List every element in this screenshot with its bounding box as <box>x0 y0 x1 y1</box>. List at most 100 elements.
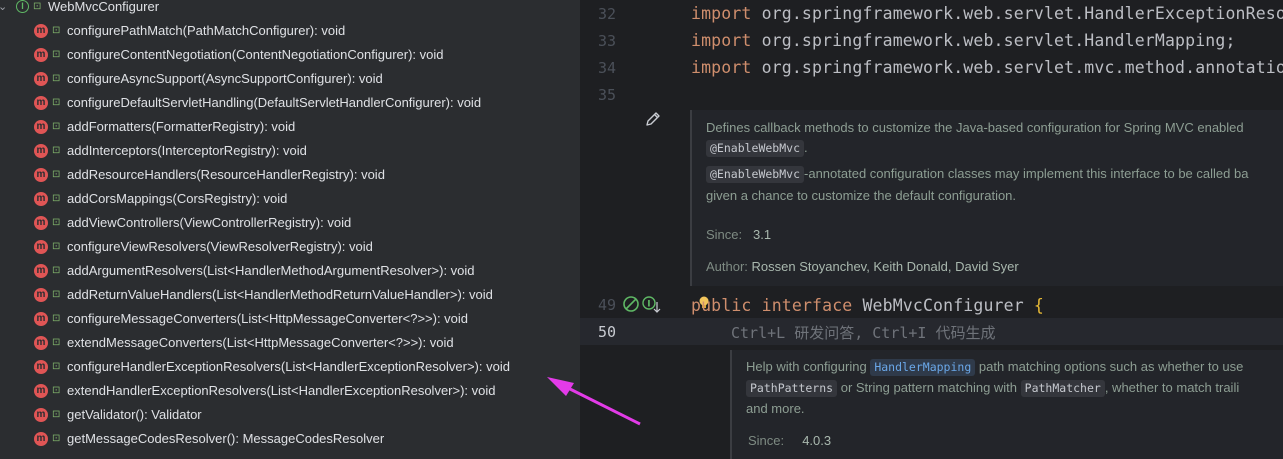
tree-item-method[interactable]: m ⊡ configureAsyncSupport(AsyncSupportConf… <box>0 67 580 91</box>
doc-text-line: PathPatterns or String pattern matching … <box>746 380 1239 397</box>
method-signature: configurePathMatch(PathMatchConfigurer):… <box>67 23 346 38</box>
structure-panel: ⌄ I ⊡ WebMvcConfigurer m ⊡ configurePathMa… <box>0 0 580 459</box>
import-path: org.springframework.web.servlet.mvc.meth… <box>751 58 1283 77</box>
code-line-declaration[interactable]: public interface WebMvcConfigurer { <box>691 296 1044 315</box>
code-line-import[interactable]: import org.springframework.web.servlet.m… <box>691 58 1283 77</box>
code-chip: PathMatcher <box>1020 380 1105 397</box>
public-access-icon: ⊡ <box>33 1 42 12</box>
since-label: Since: <box>748 433 785 448</box>
implementations-gutter-icon[interactable]: I <box>622 294 662 316</box>
tree-root-interface[interactable]: ⌄ I ⊡ WebMvcConfigurer <box>0 0 580 19</box>
tree-item-method[interactable]: m ⊡ configureHandlerExceptionResolvers(Lis… <box>0 355 580 379</box>
method-signature: addViewControllers(ViewControllerRegistr… <box>67 215 352 230</box>
method-signature: addArgumentResolvers(List<HandlerMethodA… <box>67 263 475 278</box>
doc-text: Help with configuring <box>746 359 867 374</box>
public-access-icon: ⊡ <box>52 265 61 276</box>
tree-item-method[interactable]: m ⊡ addViewControllers(ViewControllerRegis… <box>0 211 580 235</box>
public-access-icon: ⊡ <box>52 25 61 36</box>
tree-item-method[interactable]: m ⊡ addInterceptors(InterceptorRegistry): … <box>0 139 580 163</box>
keyword-interface: interface <box>761 296 853 315</box>
method-icon: m <box>34 168 48 182</box>
rendered-javadoc: Help with configuring HandlerMapping pat… <box>730 350 1283 459</box>
doc-text-line: @EnableWebMvc -annotated configuration cl… <box>706 166 1248 183</box>
tree-item-method[interactable]: m ⊡ addCorsMappings(CorsRegistry): void <box>0 187 580 211</box>
line-number-current: 50 <box>597 323 616 341</box>
code-line-import[interactable]: import org.springframework.web.servlet.H… <box>691 31 1236 50</box>
tree-item-method[interactable]: m ⊡ getValidator(): Validator <box>0 403 580 427</box>
tree-item-method[interactable]: m ⊡ extendMessageConverters(List<HttpMessa… <box>0 331 580 355</box>
public-access-icon: ⊡ <box>52 361 61 372</box>
public-access-icon: ⊡ <box>52 49 61 60</box>
tree-item-method[interactable]: m ⊡ configureViewResolvers(ViewResolverReg… <box>0 235 580 259</box>
method-signature: configureViewResolvers(ViewResolverRegis… <box>67 239 373 254</box>
code-link-chip[interactable]: HandlerMapping <box>870 359 976 376</box>
tree-item-method[interactable]: m ⊡ addReturnValueHandlers(List<HandlerMet… <box>0 283 580 307</box>
method-signature: configureContentNegotiation(ContentNegot… <box>67 47 444 62</box>
open-brace: { <box>1033 296 1044 315</box>
method-icon: m <box>34 408 48 422</box>
edit-doc-icon[interactable] <box>644 110 662 128</box>
method-signature: configureDefaultServletHandling(DefaultS… <box>67 95 482 110</box>
code-chip: @EnableWebMvc <box>706 140 805 157</box>
since-value: 4.0.3 <box>802 433 832 448</box>
public-access-icon: ⊡ <box>52 289 61 300</box>
code-line-import[interactable]: import org.springframework.web.servlet.H… <box>691 4 1283 23</box>
method-icon: m <box>34 312 48 326</box>
doc-text: Defines callback methods to customize th… <box>706 120 1244 135</box>
tree-item-method[interactable]: m ⊡ addResourceHandlers(ResourceHandlerReg… <box>0 163 580 187</box>
line-number: 49 <box>597 296 616 314</box>
tree-item-method[interactable]: m ⊡ configureDefaultServletHandling(Defaul… <box>0 91 580 115</box>
since-value: 3.1 <box>752 227 772 242</box>
keyword-public: public <box>691 296 752 315</box>
keyword: import <box>691 31 752 50</box>
tree-item-method[interactable]: m ⊡ extendHandlerExceptionResolvers(List<H… <box>0 379 580 403</box>
interface-icon: I <box>16 0 29 13</box>
method-icon: m <box>34 72 48 86</box>
doc-text: and more. <box>746 401 805 416</box>
public-access-icon: ⊡ <box>52 145 61 156</box>
line-number: 34 <box>597 59 616 77</box>
import-path: org.springframework.web.servlet.HandlerM… <box>751 31 1236 50</box>
tree-item-method[interactable]: m ⊡ addArgumentResolvers(List<HandlerMetho… <box>0 259 580 283</box>
author-label: Author: <box>706 259 748 274</box>
doc-text-line: @EnableWebMvc. <box>706 140 808 157</box>
method-signature: addFormatters(FormatterRegistry): void <box>67 119 296 134</box>
public-access-icon: ⊡ <box>52 337 61 348</box>
line-number: 35 <box>597 86 616 104</box>
tree-item-method[interactable]: m ⊡ configurePathMatch(PathMatchConfigurer… <box>0 19 580 43</box>
public-access-icon: ⊡ <box>52 193 61 204</box>
doc-text: . <box>804 140 808 155</box>
public-access-icon: ⊡ <box>52 217 61 228</box>
code-chip: PathPatterns <box>746 380 838 397</box>
doc-since: Since: 4.0.3 <box>748 433 831 448</box>
public-access-icon: ⊡ <box>52 385 61 396</box>
author-value: Rossen Stoyanchev, Keith Donald, David S… <box>751 259 1019 274</box>
method-icon: m <box>34 96 48 110</box>
method-icon: m <box>34 432 48 446</box>
method-icon: m <box>34 288 48 302</box>
tree-item-method[interactable]: m ⊡ getMessageCodesResolver(): MessageCode… <box>0 427 580 451</box>
method-signature: addInterceptors(InterceptorRegistry): vo… <box>67 143 307 158</box>
tree-root-label: WebMvcConfigurer <box>48 0 160 14</box>
doc-author: Author: Rossen Stoyanchev, Keith Donald,… <box>706 259 1019 274</box>
public-access-icon: ⊡ <box>52 73 61 84</box>
chevron-down-icon[interactable]: ⌄ <box>0 0 8 19</box>
code-editor[interactable]: 32 33 34 35 49 50 import org.springframe… <box>580 0 1283 459</box>
svg-text:I: I <box>647 300 650 310</box>
public-access-icon: ⊡ <box>52 97 61 108</box>
method-icon: m <box>34 240 48 254</box>
import-path: org.springframework.web.servlet.HandlerE… <box>751 4 1283 23</box>
doc-since: Since: 3.1 <box>706 227 771 242</box>
method-icon: m <box>34 336 48 350</box>
method-signature: getMessageCodesResolver(): MessageCodesR… <box>67 431 385 446</box>
doc-text: , whether to match traili <box>1104 380 1240 395</box>
ai-assistant-hint: Ctrl+L 研发问答, Ctrl+I 代码生成 <box>731 324 996 342</box>
tree-item-method[interactable]: m ⊡ configureContentNegotiation(ContentNeg… <box>0 43 580 67</box>
tree-item-method[interactable]: m ⊡ addFormatters(FormatterRegistry): void <box>0 115 580 139</box>
method-icon: m <box>34 24 48 38</box>
since-label: Since: <box>706 227 743 242</box>
method-icon: m <box>34 144 48 158</box>
tree-item-method[interactable]: m ⊡ configureMessageConverters(List<HttpMe… <box>0 307 580 331</box>
method-signature: configureMessageConverters(List<HttpMess… <box>67 311 469 326</box>
doc-text: -annotated configuration classes may imp… <box>804 166 1249 181</box>
